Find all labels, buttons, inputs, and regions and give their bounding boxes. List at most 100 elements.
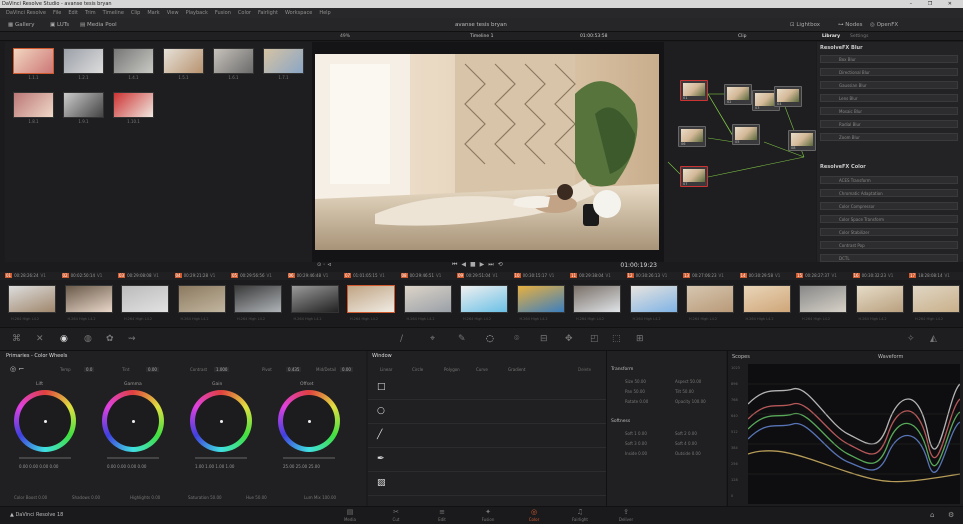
clip-thumbnail[interactable] <box>460 285 508 313</box>
tab-library[interactable]: Library <box>822 32 840 41</box>
gallery-still[interactable]: 1.10.1 <box>113 92 154 124</box>
wheel-values[interactable]: 1.00 1.00 1.00 1.00 <box>195 464 234 469</box>
color-node[interactable]: 06 <box>678 126 706 147</box>
gallery-still[interactable]: 1.6.1 <box>213 48 254 80</box>
gallery-still[interactable]: 1.4.1 <box>113 48 154 80</box>
key-icon[interactable]: ◰ <box>590 334 599 344</box>
color-node[interactable]: 01 <box>680 80 708 101</box>
auto-balance-icon[interactable]: ◎ ⌐ <box>10 365 24 373</box>
clip-thumbnail[interactable] <box>347 285 395 313</box>
camera-raw-icon[interactable]: ⌘ <box>12 334 21 344</box>
transform-field[interactable]: Size 50.00 <box>625 379 646 384</box>
menu-item[interactable]: Fairlight <box>258 10 278 16</box>
menu-item[interactable]: Workspace <box>285 10 312 16</box>
page-tab-color[interactable]: ◎ Color <box>520 508 548 522</box>
linear-window-icon[interactable]: ╱ <box>377 430 387 440</box>
library-item[interactable]: Lens Blur <box>820 94 958 102</box>
wheel-puck[interactable] <box>308 420 311 423</box>
wheel-master-slider[interactable] <box>283 457 335 459</box>
page-tab-fusion[interactable]: ✦ Fusion <box>474 508 502 522</box>
settings-gear-icon[interactable]: ⚙ <box>948 511 954 519</box>
library-item[interactable]: Gaussian Blur <box>820 81 958 89</box>
adjust-field[interactable]: Saturation 50.00 <box>188 495 222 500</box>
color-node[interactable]: 04 <box>774 86 802 107</box>
transform-field[interactable]: Tilt 50.00 <box>675 389 694 394</box>
wheel-master-slider[interactable] <box>19 457 71 459</box>
library-item[interactable]: Directional Blur <box>820 68 958 76</box>
nodes-button[interactable]: ⊶ Nodes <box>838 18 862 32</box>
clip-thumbnail[interactable] <box>121 285 169 313</box>
color-node[interactable]: 08 <box>788 130 816 151</box>
luts-button[interactable]: ▣ LUTs <box>50 18 69 32</box>
delete-window[interactable]: Delete <box>578 367 591 372</box>
lightbox-button[interactable]: ⊡ Lightbox <box>790 18 820 32</box>
clip-thumbnail[interactable] <box>799 285 847 313</box>
page-tab-edit[interactable]: ≡ Edit <box>428 508 456 522</box>
wheel-puck[interactable] <box>132 420 135 423</box>
library-item[interactable]: DCTL <box>820 254 958 262</box>
window-shape-tool[interactable]: Circle <box>412 367 423 372</box>
window-controls[interactable]: – ❐ ✕ <box>910 0 959 8</box>
contrast-value[interactable]: 1.000 <box>214 367 230 372</box>
openfx-button[interactable]: ◎ OpenFX <box>870 18 898 32</box>
adjust-field[interactable]: Lum Mix 100.00 <box>304 495 336 500</box>
zoom-level[interactable]: 49% <box>340 32 350 41</box>
menu-item[interactable]: Playback <box>186 10 208 16</box>
transport-controls[interactable]: ⏮◀■▶⏭⟲ <box>452 261 507 269</box>
page-tab-fairlight[interactable]: ♫ Fairlight <box>566 508 594 522</box>
clip-thumbnail[interactable] <box>403 285 452 313</box>
scope-mode-select[interactable]: Waveform <box>878 354 903 360</box>
video-frame[interactable] <box>315 54 659 250</box>
qualifier-icon[interactable]: ✎ <box>458 334 466 344</box>
library-item[interactable]: Color Compressor <box>820 202 958 210</box>
clip-thumbnail[interactable] <box>64 285 113 313</box>
clip-thumbnail[interactable] <box>629 285 678 313</box>
gallery-still[interactable]: 1.9.1 <box>63 92 104 124</box>
menu-item[interactable]: View <box>167 10 179 16</box>
softness-field[interactable]: Soft 1 0.00 <box>625 431 647 436</box>
clip-thumbnail[interactable] <box>686 285 734 313</box>
transform-field[interactable]: Rotate 0.00 <box>625 399 648 404</box>
gallery-still[interactable]: 1.7.1 <box>263 48 304 80</box>
clip-thumbnail[interactable] <box>742 285 791 313</box>
library-item[interactable]: ACES Transform <box>820 176 958 184</box>
menu-item[interactable]: Mark <box>147 10 159 16</box>
transform-field[interactable]: Opacity 100.00 <box>675 399 706 404</box>
3d-icon[interactable]: ⊞ <box>636 334 644 344</box>
softness-field[interactable]: Outside 0.00 <box>675 451 701 456</box>
library-item[interactable]: Box Blur <box>820 55 958 63</box>
color-node[interactable]: 05 <box>732 124 760 145</box>
window-shape-tool[interactable]: Gradient <box>508 367 525 372</box>
softness-field[interactable]: Soft 2 0.00 <box>675 431 697 436</box>
circle-window-icon[interactable]: ○ <box>377 406 387 416</box>
library-section-color[interactable]: ResolveFX Color <box>820 164 866 170</box>
clip-thumbnail[interactable] <box>234 285 282 313</box>
library-section-blur[interactable]: ResolveFX Blur <box>820 45 863 51</box>
tracker-icon[interactable]: ⌾ <box>514 334 519 344</box>
gallery-still[interactable]: 1.2.1 <box>63 48 104 80</box>
wheel-puck[interactable] <box>44 420 47 423</box>
menu-item[interactable]: Help <box>319 10 330 16</box>
clip-selector[interactable]: Clip <box>738 32 747 41</box>
menu-item[interactable]: Clip <box>131 10 140 16</box>
clip-thumbnail[interactable] <box>8 285 56 313</box>
color-wheel[interactable] <box>14 390 76 452</box>
gallery-still[interactable]: 1.1.1 <box>13 48 54 80</box>
keyframes-icon[interactable]: ✧ <box>907 334 915 344</box>
library-item[interactable]: Color Stabilizer <box>820 228 958 236</box>
blur-icon[interactable]: ✥ <box>565 334 573 344</box>
tab-settings[interactable]: Settings <box>850 32 868 41</box>
color-wheel[interactable] <box>190 390 252 452</box>
color-warper-icon[interactable]: ⌖ <box>430 334 435 344</box>
gradient-window-icon[interactable]: ▨ <box>377 478 387 488</box>
menu-item[interactable]: DaVinci Resolve <box>6 10 46 16</box>
wheel-master-slider[interactable] <box>107 457 159 459</box>
color-wheel[interactable] <box>278 390 340 452</box>
adjust-field[interactable]: Highlights 0.00 <box>130 495 160 500</box>
clip-thumbnail[interactable] <box>855 285 904 313</box>
color-wheel[interactable] <box>102 390 164 452</box>
rectangle-window-icon[interactable]: □ <box>377 382 387 392</box>
adjust-field[interactable]: Hue 50.00 <box>246 495 267 500</box>
temp-value[interactable]: 0.0 <box>84 367 95 372</box>
color-match-icon[interactable]: ✕ <box>36 334 44 344</box>
